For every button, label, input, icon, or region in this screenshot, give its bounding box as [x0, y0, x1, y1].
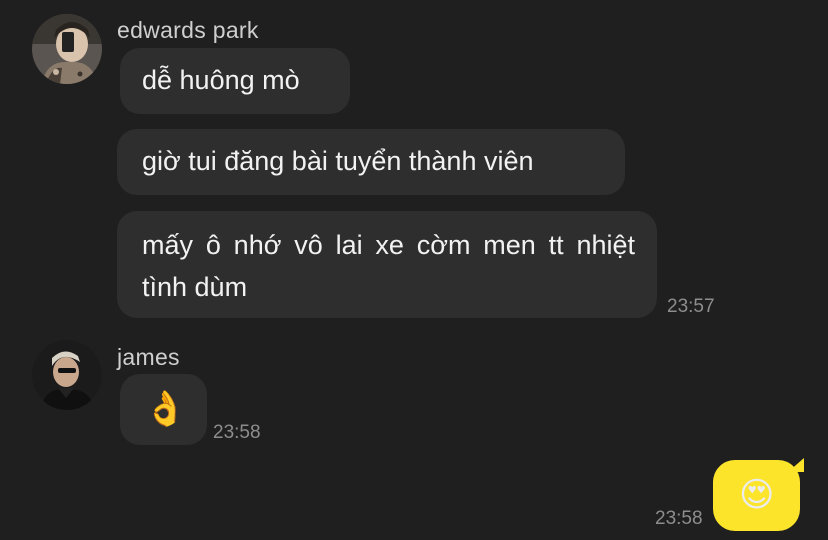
message-bubble[interactable]: 👌	[120, 374, 207, 445]
avatar-edwards-park[interactable]	[32, 14, 102, 84]
message-timestamp: 23:58	[655, 508, 703, 529]
message-bubble[interactable]: mấy ô nhớ vô lai xe cờm men tt nhiệt tìn…	[117, 211, 657, 318]
message-bubble[interactable]: giờ tui đăng bài tuyển thành viên	[117, 129, 625, 195]
person-photo-icon	[32, 340, 102, 410]
person-photo-icon	[32, 14, 102, 84]
message-text: dễ huông mò	[142, 65, 300, 95]
message-timestamp: 23:57	[667, 296, 715, 317]
sender-name: edwards park	[117, 17, 259, 43]
avatar-james[interactable]	[32, 340, 102, 410]
message-text: mấy ô nhớ vô lai xe cờm men tt nhiệt tìn…	[142, 230, 635, 302]
bubble-tail	[788, 458, 804, 472]
message-timestamp: 23:58	[213, 422, 261, 443]
outgoing-message-bubble[interactable]: 😍	[713, 460, 800, 531]
message-text: giờ tui đăng bài tuyển thành viên	[142, 146, 534, 176]
chat-message-list[interactable]: edwards park dễ huông mò giờ tui đăng bà…	[0, 0, 828, 540]
sender-name: james	[117, 344, 180, 370]
message-bubble[interactable]: dễ huông mò	[120, 48, 350, 114]
ok-hand-emoji: 👌	[144, 390, 187, 428]
heart-eyes-emoji: 😍	[739, 476, 775, 514]
